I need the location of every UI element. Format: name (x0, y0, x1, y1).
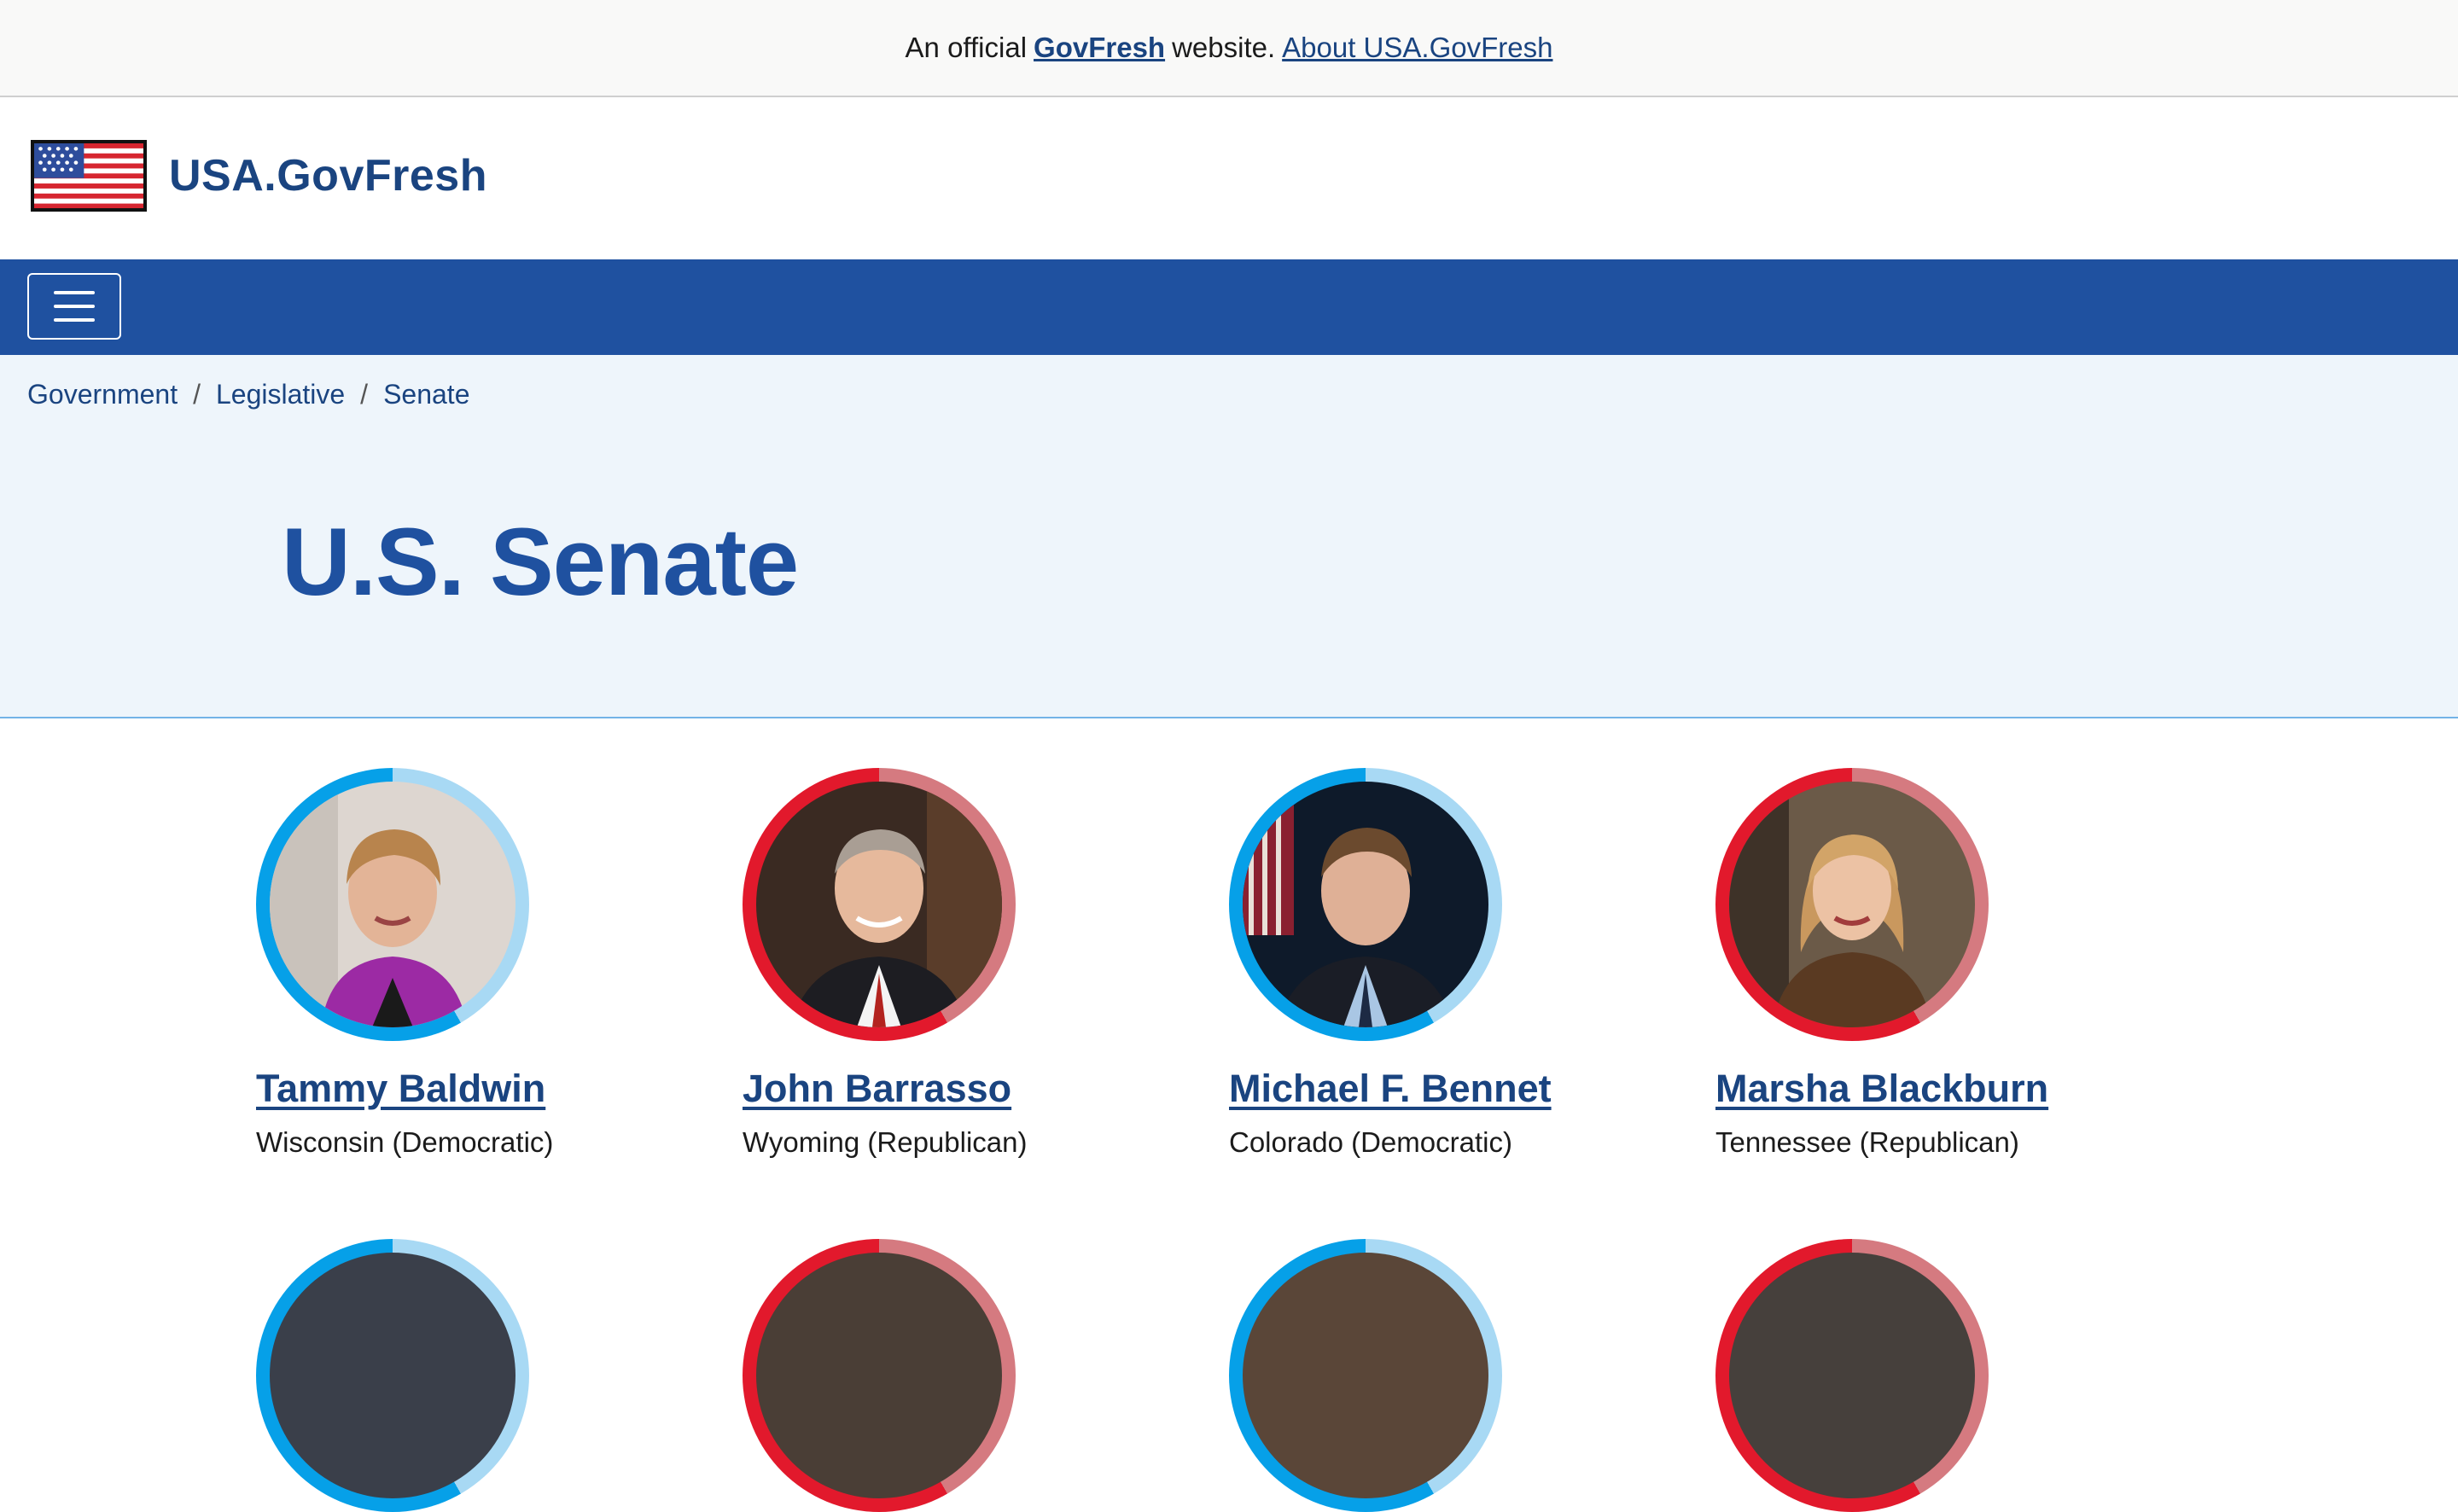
senator-photo (756, 1253, 1002, 1498)
banner-prefix: An official (905, 32, 1028, 63)
senator-photo (270, 782, 515, 1027)
senator-photo-ring[interactable] (1715, 1239, 1989, 1512)
senator-photo (756, 782, 1002, 1027)
site-header: USA.GovFresh (0, 97, 2458, 259)
breadcrumb: Government / Legislative / Senate (27, 379, 469, 410)
senator-state-party: Tennessee (Republican) (1715, 1126, 2019, 1158)
breadcrumb-legislative[interactable]: Legislative (216, 379, 345, 410)
primary-nav-bar (0, 259, 2458, 355)
senator-photo-ring[interactable] (256, 768, 529, 1041)
senator-photo (1729, 782, 1975, 1027)
senator-card: John Barrasso Wyoming (Republican) (743, 768, 1203, 1159)
senator-photo-ring[interactable] (743, 768, 1016, 1041)
hamburger-menu-icon (54, 305, 95, 308)
senator-name-link[interactable]: Michael F. Bennet (1229, 1067, 1690, 1111)
senator-photo-ring[interactable] (743, 1239, 1016, 1512)
breadcrumb-separator: / (193, 379, 201, 410)
us-flag-icon (31, 140, 147, 212)
page-title: U.S. Senate (282, 509, 799, 615)
senator-photo-ring[interactable] (1715, 768, 1989, 1041)
hamburger-menu-icon (54, 318, 95, 322)
senator-photo-ring[interactable] (1229, 768, 1502, 1041)
hamburger-menu-icon (54, 291, 95, 294)
senator-photo (270, 1253, 515, 1498)
official-site-banner: An official GovFresh website. About USA.… (0, 0, 2458, 97)
senator-photo (1729, 1253, 1975, 1498)
senator-photo (1243, 782, 1488, 1027)
senator-name-link[interactable]: Tammy Baldwin (256, 1067, 717, 1111)
senator-state-party: Wyoming (Republican) (743, 1126, 1028, 1158)
senator-photo (1243, 1253, 1488, 1498)
banner-brand-link[interactable]: GovFresh (1034, 32, 1165, 64)
breadcrumb-senate[interactable]: Senate (383, 379, 469, 410)
senator-card: Tammy Baldwin Wisconsin (Democratic) (256, 768, 717, 1159)
senator-state-party: Wisconsin (Democratic) (256, 1126, 554, 1158)
about-site-link[interactable]: About USA.GovFresh (1282, 32, 1552, 64)
site-title[interactable]: USA.GovFresh (169, 150, 487, 201)
page-hero: Government / Legislative / Senate U.S. S… (0, 355, 2458, 718)
senator-photo-ring[interactable] (256, 1239, 529, 1512)
banner-middle: website. (1172, 32, 1276, 63)
senator-card: Michael F. Bennet Colorado (Democratic) (1229, 768, 1690, 1159)
breadcrumb-government[interactable]: Government (27, 379, 178, 410)
site-logo[interactable]: USA.GovFresh (31, 140, 487, 212)
senator-photo-ring[interactable] (1229, 1239, 1502, 1512)
senator-card: Marsha Blackburn Tennessee (Republican) (1715, 768, 2176, 1159)
senator-name-link[interactable]: John Barrasso (743, 1067, 1203, 1111)
breadcrumb-separator: / (360, 379, 369, 410)
senator-state-party: Colorado (Democratic) (1229, 1126, 1512, 1158)
menu-button[interactable] (27, 273, 121, 340)
senator-grid: Tammy Baldwin Wisconsin (Democratic) Joh… (0, 718, 2458, 1512)
senator-name-link[interactable]: Marsha Blackburn (1715, 1067, 2176, 1111)
